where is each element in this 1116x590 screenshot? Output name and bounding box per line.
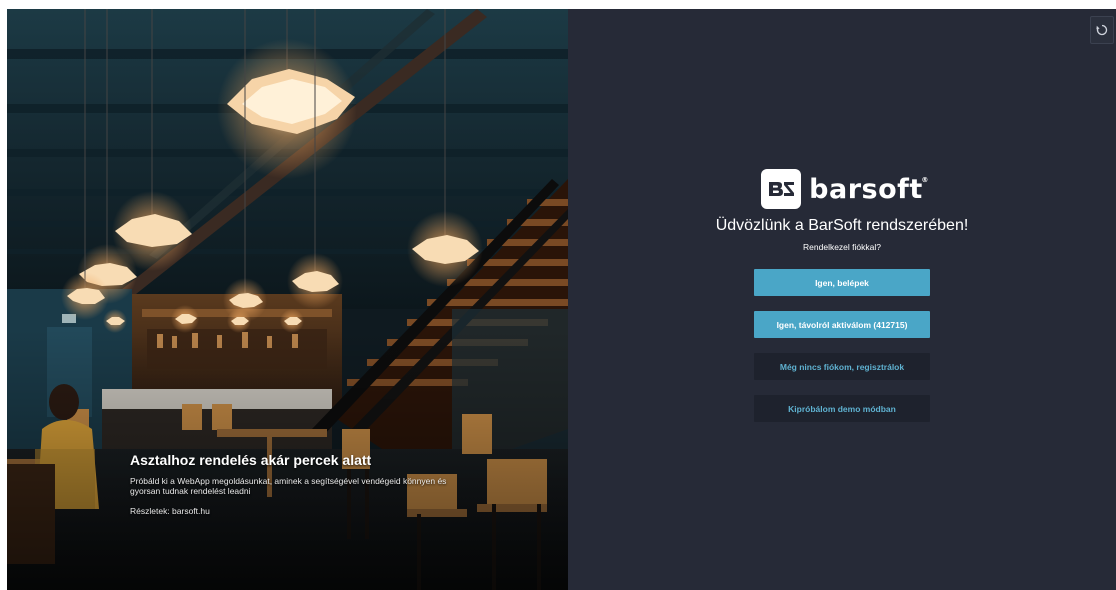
refresh-button[interactable] bbox=[1090, 16, 1114, 44]
brand-logo: barsoft ® bbox=[761, 169, 928, 209]
brand-name-text: barsoft bbox=[809, 173, 923, 205]
account-question: Rendelkezel fiókkal? bbox=[803, 242, 881, 252]
barsoft-logo-icon bbox=[761, 169, 802, 209]
remote-activate-button[interactable]: Igen, távolról aktiválom (412715) bbox=[754, 311, 930, 338]
login-panel: barsoft ® Üdvözlünk a BarSoft rendszerébe… bbox=[568, 9, 1116, 590]
hero-photo-panel: Asztalhoz rendelés akár percek alatt Pró… bbox=[7, 9, 568, 590]
registered-mark: ® bbox=[921, 175, 929, 184]
hero-title: Asztalhoz rendelés akár percek alatt bbox=[130, 452, 372, 468]
hero-description: Próbáld ki a WebApp megoldásunkat, amine… bbox=[130, 476, 447, 496]
app-frame: Asztalhoz rendelés akár percek alatt Pró… bbox=[7, 9, 1116, 590]
welcome-heading: Üdvözlünk a BarSoft rendszerében! bbox=[715, 217, 969, 234]
demo-button[interactable]: Kipróbálom demo módban bbox=[754, 395, 930, 422]
hero-details-link[interactable]: Részletek: barsoft.hu bbox=[130, 506, 450, 516]
hero-promo: Asztalhoz rendelés akár percek alatt Pró… bbox=[130, 452, 450, 516]
login-button[interactable]: Igen, belépek bbox=[754, 269, 930, 296]
brand-name: barsoft ® bbox=[809, 173, 928, 205]
login-form: barsoft ® Üdvözlünk a BarSoft rendszerébe… bbox=[568, 169, 1116, 422]
refresh-icon bbox=[1096, 24, 1108, 36]
register-button[interactable]: Még nincs fiókom, regisztrálok bbox=[754, 353, 930, 380]
